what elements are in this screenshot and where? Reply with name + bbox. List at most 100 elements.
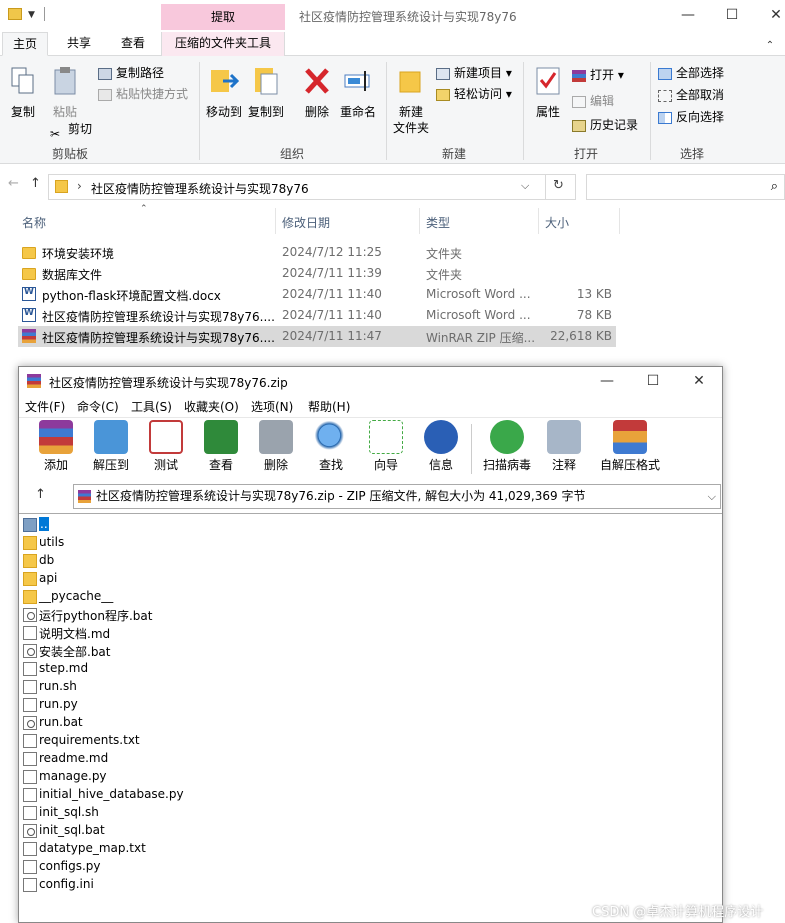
menu-file[interactable]: 文件(F) [25, 398, 65, 415]
new-item-button[interactable]: 新建项目 ▾ [436, 63, 512, 83]
sfx-button[interactable]: 自解压格式 [597, 420, 663, 473]
rename-button[interactable]: 重命名 [338, 66, 378, 120]
address-bar[interactable]: › 社区疫情防控管理系统设计与实现78y76 ⌵ ↻ [48, 174, 576, 200]
winrar-icon [78, 490, 91, 503]
test-button[interactable]: 测试 [141, 420, 191, 473]
divider [419, 208, 420, 234]
move-to-button[interactable]: 移动到 [204, 66, 244, 120]
copy-path-icon [98, 67, 112, 80]
history-button[interactable]: 历史记录 [572, 115, 638, 135]
easy-access-button[interactable]: 轻松访问 ▾ [436, 84, 512, 104]
cut-label: 剪切 [68, 122, 93, 136]
menu-help[interactable]: 帮助(H) [308, 398, 350, 415]
column-size[interactable]: 大小 [545, 214, 569, 231]
column-type[interactable]: 类型 [426, 214, 450, 231]
menu-command[interactable]: 命令(C) [77, 398, 119, 415]
comment-button[interactable]: 注释 [539, 420, 589, 473]
virus-scan-label: 扫描病毒 [482, 458, 531, 472]
maximize-icon[interactable]: ☐ [643, 371, 663, 391]
tab-share[interactable]: 共享 [56, 32, 102, 56]
batch-file-icon [23, 824, 37, 838]
file-row[interactable]: 环境安装环境 2024/7/12 11:25 文件夹 [18, 242, 616, 263]
quick-access-dropdown-icon[interactable]: ▼ [28, 10, 35, 20]
minimize-icon[interactable]: — [597, 371, 617, 391]
open-button[interactable]: 打开 ▾ [572, 65, 624, 85]
extract-folder-icon [94, 420, 128, 454]
parent-folder-icon [23, 518, 37, 532]
sfx-icon [613, 420, 647, 454]
delete-button[interactable]: 删除 [251, 420, 301, 473]
virus-scan-button[interactable]: 扫描病毒 [479, 420, 535, 473]
menu-options[interactable]: 选项(N) [251, 398, 293, 415]
add-button[interactable]: 添加 [31, 420, 81, 473]
up-icon[interactable]: ↑ [35, 487, 46, 502]
folder-icon [55, 180, 68, 193]
entry-name: initial_hive_database.py [39, 787, 184, 801]
invert-selection-label: 反向选择 [676, 110, 725, 124]
maximize-icon[interactable]: ☐ [722, 5, 742, 25]
invert-selection-button[interactable]: 反向选择 [658, 107, 724, 127]
close-icon[interactable]: ✕ [689, 371, 709, 391]
file-icon [23, 770, 37, 784]
extract-context-tab[interactable]: 提取 [161, 4, 285, 30]
file-row[interactable]: 社区疫情防控管理系统设计与实现78y76.... 2024/7/11 11:40 M… [18, 305, 616, 326]
file-icon [23, 788, 37, 802]
properties-button[interactable]: 属性 [530, 66, 566, 120]
entry-name: run.bat [39, 715, 83, 729]
copy-to-button[interactable]: 复制到 [246, 66, 286, 120]
entry-name: init_sql.sh [39, 805, 99, 819]
view-button[interactable]: 查看 [196, 420, 246, 473]
find-button[interactable]: 查找 [306, 420, 356, 473]
move-to-label: 移动到 [205, 105, 242, 119]
copy-button[interactable]: 复制 [8, 66, 38, 120]
paste-button[interactable]: 粘贴 [50, 66, 80, 120]
refresh-icon[interactable]: ↻ [553, 178, 564, 193]
delete-button[interactable]: 删除 [300, 66, 334, 120]
up-icon[interactable]: ↑ [30, 176, 41, 191]
wizard-button[interactable]: 向导 [361, 420, 411, 473]
menu-favorites[interactable]: 收藏夹(O) [184, 398, 239, 415]
view-book-icon [204, 420, 238, 454]
file-row[interactable]: python-flask环境配置文档.docx 2024/7/11 11:40 Mi… [18, 284, 616, 305]
breadcrumb[interactable]: 社区疫情防控管理系统设计与实现78y76 [91, 180, 309, 197]
file-row-selected[interactable]: 社区疫情防控管理系统设计与实现78y76.... 2024/7/11 11:47 W… [18, 326, 616, 347]
copy-to-icon [255, 68, 278, 95]
edit-button[interactable]: 编辑 [572, 91, 614, 111]
file-icon [23, 734, 37, 748]
copy-path-button[interactable]: 复制路径 [98, 63, 164, 83]
archive-path-bar[interactable]: 社区疫情防控管理系统设计与实现78y76.zip - ZIP 压缩文件, 解包大… [73, 484, 721, 509]
entry-name: 说明文档.md [39, 627, 111, 641]
folder-icon[interactable] [8, 8, 22, 20]
close-icon[interactable]: ✕ [766, 5, 785, 25]
select-all-button[interactable]: 全部选择 [658, 63, 724, 83]
file-icon [23, 680, 37, 694]
back-icon[interactable]: ← [8, 176, 19, 191]
search-input[interactable]: ⌕ [586, 174, 785, 200]
entry-name: step.md [39, 661, 89, 675]
new-folder-button[interactable]: 新建 文件夹 [390, 66, 432, 136]
cut-button[interactable]: ✂ 剪切 [50, 119, 93, 141]
menu-tools[interactable]: 工具(S) [131, 398, 172, 415]
chevron-down-icon[interactable]: ⌵ [521, 179, 529, 193]
paste-shortcut-button[interactable]: 粘贴快捷方式 [98, 84, 188, 104]
tab-view[interactable]: 查看 [110, 32, 156, 56]
chevron-down-icon[interactable]: ⌵ [708, 485, 716, 508]
paste-icon [54, 67, 76, 95]
column-name[interactable]: 名称 [22, 214, 46, 231]
column-date[interactable]: 修改日期 [282, 214, 330, 231]
delete-label: 删除 [263, 458, 288, 472]
info-button[interactable]: 信息 [416, 420, 466, 473]
folder-icon [23, 572, 37, 586]
tab-home[interactable]: 主页 [2, 32, 48, 56]
minimize-icon[interactable]: — [678, 5, 698, 25]
select-none-button[interactable]: 全部取消 [658, 85, 724, 105]
collapse-ribbon-icon[interactable]: ⌃ [760, 36, 780, 56]
add-archive-icon [39, 420, 73, 454]
divider [650, 62, 651, 160]
entry-name: configs.py [39, 859, 101, 873]
tab-compressed-folder-tools[interactable]: 压缩的文件夹工具 [161, 32, 285, 56]
word-document-icon [22, 287, 36, 301]
file-row[interactable]: 数据库文件 2024/7/11 11:39 文件夹 [18, 263, 616, 284]
file-date: 2024/7/12 11:25 [282, 245, 382, 259]
extract-to-button[interactable]: 解压到 [86, 420, 136, 473]
